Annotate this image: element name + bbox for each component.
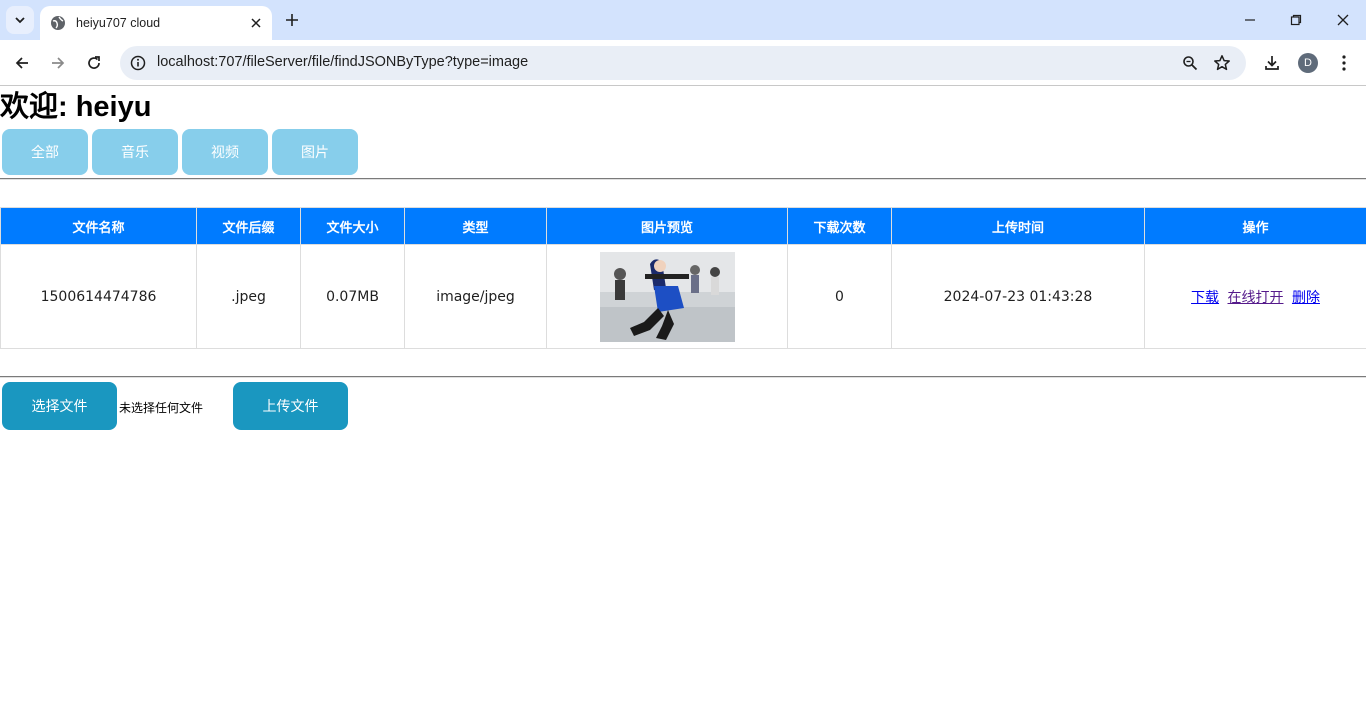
- cell-actions: 下载 在线打开 删除: [1144, 244, 1366, 349]
- back-icon[interactable]: [10, 51, 34, 75]
- delete-link[interactable]: 删除: [1292, 290, 1320, 306]
- address-bar[interactable]: localhost:707/fileServer/file/findJSONBy…: [120, 46, 1246, 80]
- browser-toolbar: localhost:707/fileServer/file/findJSONBy…: [0, 40, 1366, 86]
- profile-avatar[interactable]: D: [1298, 53, 1318, 73]
- header-file-size: 文件大小: [300, 207, 405, 245]
- zoom-icon[interactable]: [1180, 53, 1200, 73]
- cell-file-type: image/jpeg: [404, 244, 547, 349]
- open-online-link[interactable]: 在线打开: [1228, 290, 1284, 306]
- cell-preview: [546, 244, 788, 349]
- welcome-title: 欢迎: heiyu: [0, 91, 152, 123]
- reload-icon[interactable]: [82, 51, 106, 75]
- chevron-down-icon: [15, 17, 25, 24]
- cell-upload-time: 2024-07-23 01:43:28: [891, 244, 1145, 349]
- category-image-button[interactable]: 图片: [272, 129, 358, 175]
- new-tab-icon[interactable]: [282, 10, 302, 30]
- table-header-row: 文件名称 文件后缀 文件大小 类型 图片预览 下载次数 上传时间 操作: [0, 207, 1366, 245]
- header-file-ext: 文件后缀: [196, 207, 301, 245]
- url-text: localhost:707/fileServer/file/findJSONBy…: [157, 54, 529, 70]
- tab-title: heiyu707 cloud: [76, 16, 161, 30]
- cell-file-size: 0.07MB: [300, 244, 405, 349]
- file-table: 文件名称 文件后缀 文件大小 类型 图片预览 下载次数 上传时间 操作 1500…: [0, 207, 1366, 349]
- site-info-icon[interactable]: [128, 53, 148, 73]
- header-file-type: 类型: [404, 207, 547, 245]
- minimize-icon[interactable]: [1240, 10, 1260, 30]
- close-window-icon[interactable]: [1333, 10, 1353, 30]
- divider-top: [0, 178, 1366, 180]
- globe-icon: [50, 15, 66, 31]
- close-tab-icon[interactable]: [248, 15, 264, 31]
- cell-downloads: 0: [787, 244, 892, 349]
- cell-file-ext: .jpeg: [196, 244, 301, 349]
- table-row: 1500614474786 .jpeg 0.07MB image/jpeg 0 …: [0, 244, 1366, 349]
- browser-tab[interactable]: heiyu707 cloud: [40, 6, 272, 40]
- choose-file-button[interactable]: 选择文件: [2, 382, 117, 430]
- category-video-button[interactable]: 视频: [182, 129, 268, 175]
- image-preview-thumbnail: [599, 251, 735, 342]
- forward-icon[interactable]: [46, 51, 70, 75]
- header-actions: 操作: [1144, 207, 1366, 245]
- restore-icon[interactable]: [1286, 10, 1306, 30]
- page-content: 欢迎: heiyu 全部 音乐 视频 图片 文件名称 文件后缀 文件大小 类型 …: [0, 87, 1366, 728]
- cell-file-name: 1500614474786: [0, 244, 197, 349]
- download-link[interactable]: 下载: [1191, 290, 1219, 306]
- tab-search-button[interactable]: [6, 6, 34, 34]
- category-music-button[interactable]: 音乐: [92, 129, 178, 175]
- download-icon[interactable]: [1260, 51, 1284, 75]
- browser-tab-bar: heiyu707 cloud: [0, 0, 1366, 40]
- header-downloads: 下载次数: [787, 207, 892, 245]
- star-icon[interactable]: [1212, 53, 1232, 73]
- no-file-chosen-text: 未选择任何文件: [119, 401, 204, 415]
- menu-dots-icon[interactable]: [1332, 51, 1356, 75]
- header-preview: 图片预览: [546, 207, 788, 245]
- header-file-name: 文件名称: [0, 207, 197, 245]
- header-upload-time: 上传时间: [891, 207, 1145, 245]
- divider-bottom: [0, 376, 1366, 378]
- upload-file-button[interactable]: 上传文件: [233, 382, 348, 430]
- category-all-button[interactable]: 全部: [2, 129, 88, 175]
